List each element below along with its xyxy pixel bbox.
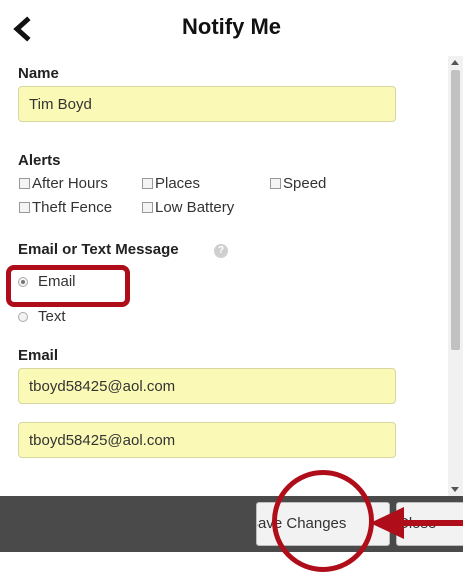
checkbox-label: Places xyxy=(155,175,201,192)
email-confirm-field[interactable] xyxy=(18,422,396,458)
alert-checkbox-theft-fence[interactable]: Theft Fence xyxy=(19,199,112,216)
scroll-up-arrow-icon[interactable] xyxy=(451,60,459,65)
alert-checkbox-places[interactable]: Places xyxy=(142,175,200,192)
page-title: Notify Me xyxy=(182,14,281,39)
help-icon[interactable]: ? xyxy=(214,244,228,258)
radio-button[interactable] xyxy=(18,311,28,322)
radio-text[interactable]: Text xyxy=(18,308,66,325)
alert-checkbox-low-battery[interactable]: Low Battery xyxy=(142,199,234,216)
checkbox-box[interactable] xyxy=(142,202,153,213)
name-field[interactable] xyxy=(18,86,396,122)
alert-checkbox-after-hours[interactable]: After Hours xyxy=(19,175,108,192)
scrollbar-thumb[interactable] xyxy=(451,70,460,350)
checkbox-label: Theft Fence xyxy=(32,199,113,216)
alerts-label: Alerts xyxy=(18,152,61,169)
checkbox-box[interactable] xyxy=(142,178,153,189)
header-bar: Notify Me xyxy=(0,0,463,56)
checkbox-label: Low Battery xyxy=(155,199,235,216)
checkbox-box[interactable] xyxy=(19,178,30,189)
name-label: Name xyxy=(18,65,59,82)
radio-label: Text xyxy=(38,308,66,325)
alert-checkbox-speed[interactable]: Speed xyxy=(270,175,326,192)
annotation-highlight-circle xyxy=(272,470,374,572)
checkbox-label: After Hours xyxy=(32,175,108,192)
scroll-down-arrow-icon[interactable] xyxy=(451,487,459,492)
email-field[interactable] xyxy=(18,368,396,404)
email-label: Email xyxy=(18,347,59,364)
annotation-highlight-box xyxy=(6,265,130,307)
checkbox-box[interactable] xyxy=(270,178,281,189)
checkbox-box[interactable] xyxy=(19,202,30,213)
checkbox-label: Speed xyxy=(283,175,327,192)
scrollbar[interactable] xyxy=(448,56,463,496)
contact-method-label: Email or Text Message xyxy=(18,241,179,258)
annotation-arrow-icon xyxy=(370,507,463,539)
